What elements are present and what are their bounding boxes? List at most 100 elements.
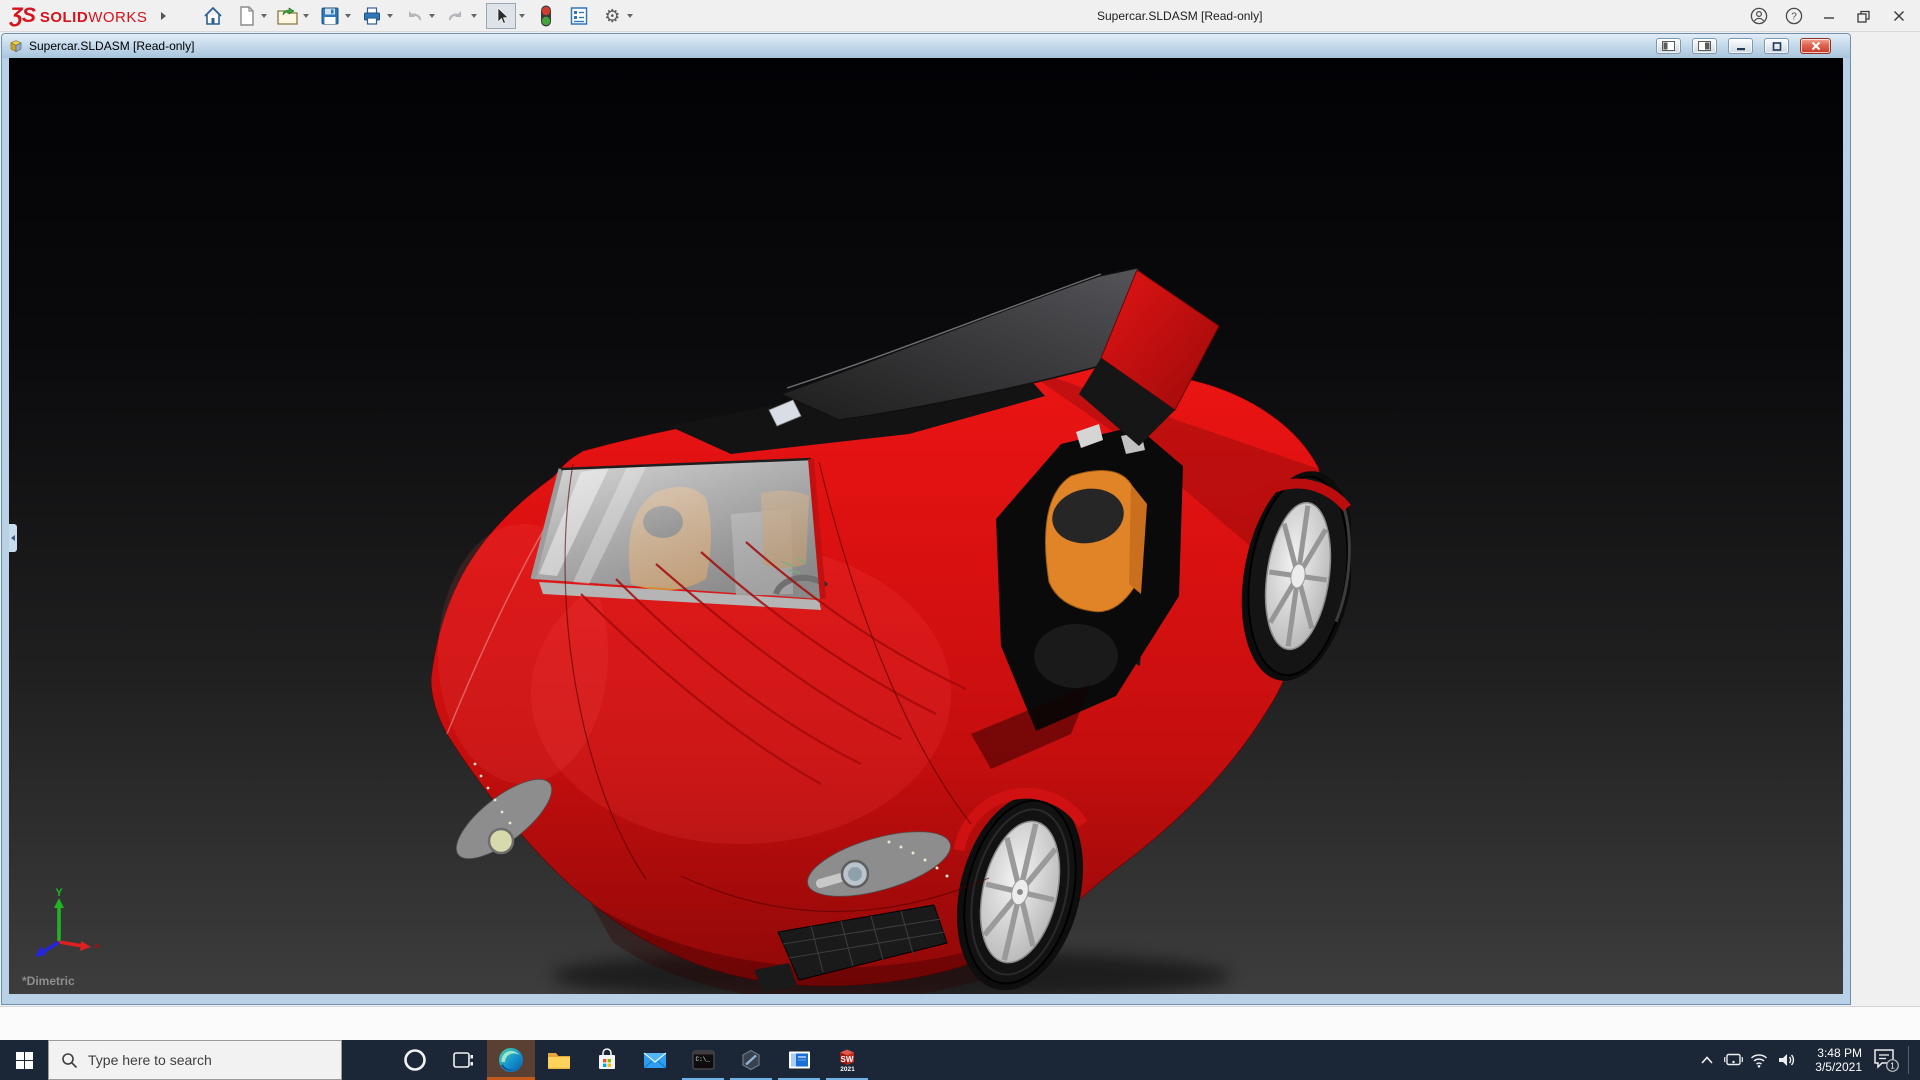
print-button[interactable] xyxy=(360,4,384,28)
open-dropdown[interactable] xyxy=(303,13,310,18)
taskbar-app-mail[interactable] xyxy=(631,1040,679,1080)
taskbar-app-desktop-app[interactable] xyxy=(775,1040,823,1080)
select-tool-button[interactable] xyxy=(486,2,517,29)
doc-restore-button[interactable] xyxy=(1764,38,1789,54)
menu-expand-arrow-icon[interactable] xyxy=(161,11,167,20)
microsoft-store-icon xyxy=(599,1048,615,1069)
edge-icon xyxy=(499,1048,523,1072)
open-button[interactable] xyxy=(276,4,300,28)
print-dropdown[interactable] xyxy=(387,13,394,18)
account-button[interactable] xyxy=(1741,0,1776,32)
quick-access-toolbar: ⚙ xyxy=(192,0,634,32)
close-icon xyxy=(1893,11,1904,21)
left-pane-icon xyxy=(1662,41,1675,51)
undo-dropdown[interactable] xyxy=(429,13,436,18)
svg-text:SW: SW xyxy=(841,1055,854,1064)
tray-connect-button[interactable] xyxy=(1720,1040,1746,1080)
solidworks-window: ƷS SOLID WORKS ⚙ Supercar.SLDASM [Read-o… xyxy=(0,0,1920,1080)
toggle-right-pane-button[interactable] xyxy=(1692,38,1717,54)
logo-3ds-icon: ƷS xyxy=(10,3,36,27)
tray-volume-button[interactable] xyxy=(1772,1040,1800,1080)
mdi-client-area: Supercar.SLDASM [Read-only] Y *Dimetric xyxy=(0,32,1920,1006)
logo-text-light: WORKS xyxy=(88,8,148,26)
cortana-icon xyxy=(404,1049,426,1071)
z-axis xyxy=(42,940,60,954)
app-window-controls: ? xyxy=(1741,0,1916,32)
rebuild-stoplight-icon xyxy=(541,5,552,26)
restore-button[interactable] xyxy=(1846,0,1881,32)
task-view-icon xyxy=(453,1052,473,1068)
minimize-button[interactable] xyxy=(1811,0,1846,32)
taskbar-search-box[interactable] xyxy=(48,1040,342,1080)
toggle-left-pane-button[interactable] xyxy=(1656,38,1681,54)
taskbar-app-file-explorer[interactable] xyxy=(535,1040,583,1080)
chevron-up-icon xyxy=(1701,1056,1713,1064)
svg-text:?: ? xyxy=(1791,12,1797,23)
document-titlebar[interactable]: Supercar.SLDASM [Read-only] xyxy=(2,34,1850,58)
undo-button[interactable] xyxy=(402,4,426,28)
home-button[interactable] xyxy=(201,4,225,28)
mail-icon xyxy=(643,1052,667,1069)
file-properties-icon xyxy=(571,6,588,25)
new-document-dropdown[interactable] xyxy=(261,13,268,18)
notification-icon: 1 xyxy=(1874,1049,1899,1072)
show-desktop-button[interactable] xyxy=(1908,1046,1920,1074)
x-axis-arrow xyxy=(80,941,91,951)
taskbar-app-edge[interactable] xyxy=(487,1040,535,1080)
doc-minimize-button[interactable] xyxy=(1728,38,1753,54)
car-3d-model xyxy=(431,267,1351,994)
gear-icon: ⚙ xyxy=(604,5,621,26)
select-cursor-icon xyxy=(498,6,510,24)
task-view-button[interactable] xyxy=(439,1040,487,1080)
tray-chevron-button[interactable] xyxy=(1694,1040,1720,1080)
help-icon: ? xyxy=(1785,7,1802,25)
options-dropdown[interactable] xyxy=(627,13,634,18)
featuremanager-collapse-tab[interactable] xyxy=(9,524,17,552)
help-button[interactable]: ? xyxy=(1776,0,1811,32)
speaker-icon xyxy=(1779,1054,1795,1066)
document-window: Supercar.SLDASM [Read-only] Y *Dimetric xyxy=(1,33,1851,1005)
tray-connect-icon xyxy=(1723,1053,1743,1066)
graphics-viewport[interactable]: Y *Dimetric xyxy=(9,58,1843,994)
action-center-button[interactable]: 1 xyxy=(1864,1040,1908,1080)
select-dropdown[interactable] xyxy=(519,13,526,18)
taskbar-app-store[interactable] xyxy=(583,1040,631,1080)
home-icon xyxy=(204,6,222,25)
y-axis-arrow xyxy=(54,898,64,908)
doc-close-icon xyxy=(1811,41,1820,51)
solidworks-logo: ƷS SOLID WORKS xyxy=(10,4,147,28)
search-icon xyxy=(62,1052,78,1068)
new-document-button[interactable] xyxy=(234,4,258,28)
taskbar-app-solidworks[interactable]: SW 2021 xyxy=(823,1040,871,1080)
redo-dropdown[interactable] xyxy=(471,13,478,18)
taskbar-app-edrawings[interactable] xyxy=(727,1040,775,1080)
new-document-icon xyxy=(240,5,255,26)
options-button[interactable]: ⚙ xyxy=(600,4,624,28)
close-button[interactable] xyxy=(1881,0,1916,32)
doc-restore-icon xyxy=(1772,41,1781,51)
start-button[interactable] xyxy=(0,1040,48,1080)
view-orientation-label: *Dimetric xyxy=(22,974,75,988)
taskbar-app-cmd[interactable]: C:\_ xyxy=(679,1040,727,1080)
search-input[interactable] xyxy=(88,1052,318,1068)
logo-text-bold: SOLID xyxy=(39,8,89,26)
right-pane-icon xyxy=(1698,41,1711,51)
save-button[interactable] xyxy=(318,4,342,28)
file-properties-button[interactable] xyxy=(567,4,591,28)
right-headlight-inner xyxy=(848,867,862,881)
cortana-button[interactable] xyxy=(391,1040,439,1080)
svg-text:2021: 2021 xyxy=(840,1066,855,1073)
x-axis xyxy=(58,940,84,948)
rebuild-button[interactable] xyxy=(534,4,558,28)
notification-badge: 1 xyxy=(1890,1062,1895,1071)
tray-wifi-button[interactable] xyxy=(1746,1040,1772,1080)
seat-cushion xyxy=(1034,624,1118,688)
wifi-icon xyxy=(1750,1053,1768,1068)
doc-close-button[interactable] xyxy=(1800,38,1831,54)
tray-clock[interactable]: 3:48 PM 3/5/2021 xyxy=(1800,1040,1864,1080)
document-window-buttons xyxy=(1656,38,1831,54)
assembly-document-icon xyxy=(10,40,22,53)
save-icon xyxy=(321,7,339,24)
redo-button[interactable] xyxy=(444,4,468,28)
save-dropdown[interactable] xyxy=(345,13,352,18)
